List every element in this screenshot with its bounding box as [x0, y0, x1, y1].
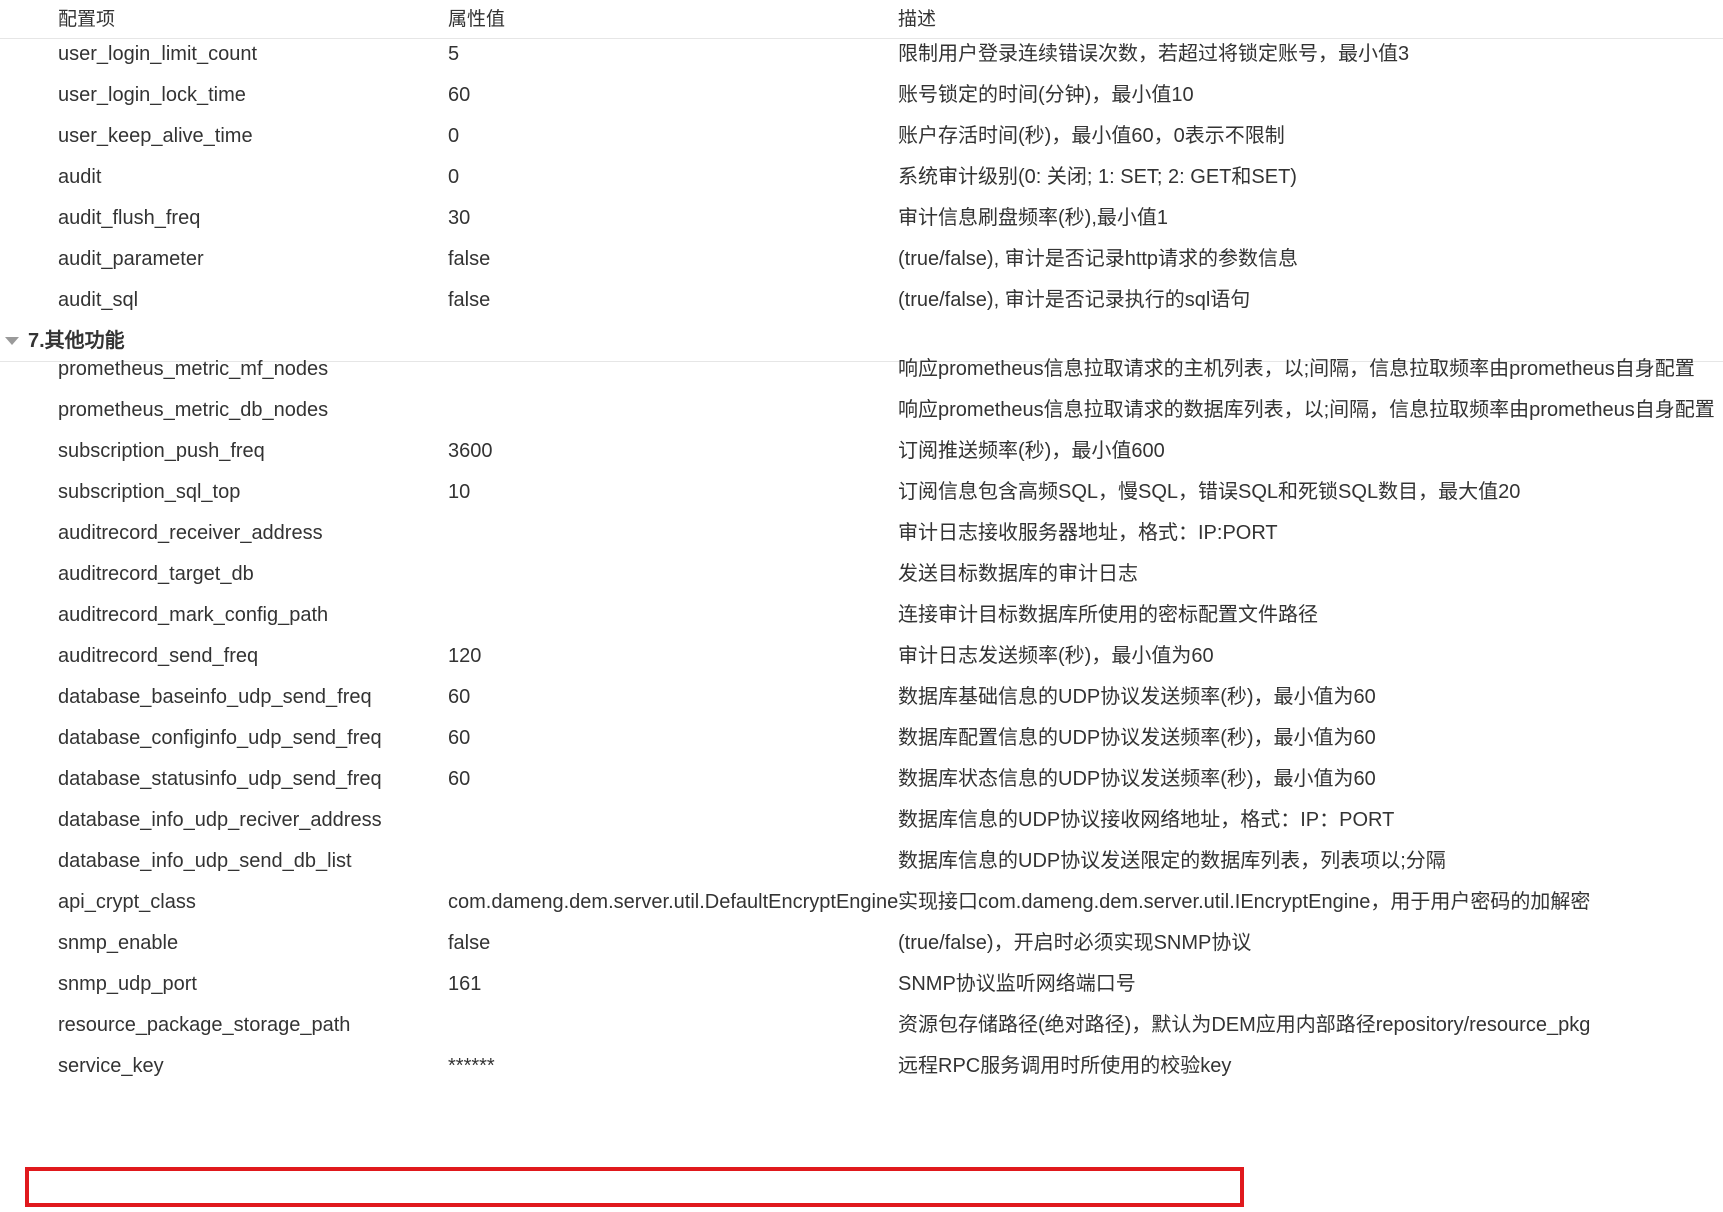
- config-name-cell: snmp_enable: [58, 932, 179, 954]
- config-name-cell: audit_flush_freq: [58, 207, 201, 229]
- config-desc-cell: SNMP协议监听网络端口号: [898, 973, 1136, 995]
- config-value-cell[interactable]: 60: [448, 75, 470, 116]
- config-value-cell[interactable]: 10: [448, 472, 470, 513]
- config-name-cell: audit: [58, 166, 102, 188]
- config-name-cell: subscription_sql_top: [58, 481, 241, 503]
- config-name-cell: database_statusinfo_udp_send_freq: [58, 768, 382, 790]
- table-row[interactable]: database_info_udp_reciver_address 数据库信息的U…: [0, 800, 1723, 841]
- config-value-cell[interactable]: ******: [448, 1046, 495, 1087]
- config-desc-cell: (true/false), 审计是否记录http请求的参数信息: [898, 248, 1299, 270]
- config-name-cell: user_login_lock_time: [58, 84, 246, 106]
- config-name-cell: audit_parameter: [58, 248, 204, 270]
- table-row[interactable]: audit_sql false (true/false), 审计是否记录执行的sql…: [0, 280, 1723, 321]
- config-desc-cell: 数据库配置信息的UDP协议发送频率(秒)，最小值为60: [898, 727, 1376, 749]
- config-name-cell: user_login_limit_count: [58, 43, 258, 65]
- config-name-cell: audit_sql: [58, 289, 139, 311]
- config-desc-cell: 数据库信息的UDP协议接收网络地址，格式：IP：PORT: [898, 809, 1395, 831]
- config-value-cell[interactable]: 120: [448, 636, 481, 677]
- config-value-cell[interactable]: 5: [448, 34, 459, 75]
- config-value-cell[interactable]: 60: [448, 718, 470, 759]
- table-row[interactable]: user_login_lock_time 60 账号锁定的时间(分钟)，最小值10: [0, 75, 1723, 116]
- table-row[interactable]: user_keep_alive_time 0 账户存活时间(秒)，最小值60，0表示…: [0, 116, 1723, 157]
- config-desc-cell: 数据库状态信息的UDP协议发送频率(秒)，最小值为60: [898, 768, 1376, 790]
- table-row[interactable]: api_crypt_class com.dameng.dem.server.uti…: [0, 882, 1723, 923]
- table-row[interactable]: auditrecord_receiver_address 审计日志接收服务器地址，…: [0, 513, 1723, 554]
- config-value-cell[interactable]: false: [448, 239, 490, 280]
- config-value-cell[interactable]: 30: [448, 198, 470, 239]
- table-row[interactable]: service_key ****** 远程RPC服务调用时所使用的校验key: [0, 1046, 1723, 1087]
- config-value-cell[interactable]: com.dameng.dem.server.util.DefaultEncryp…: [448, 882, 898, 923]
- table-row[interactable]: database_info_udp_send_db_list 数据库信息的UDP协…: [0, 841, 1723, 882]
- config-name-cell: api_crypt_class: [58, 891, 196, 913]
- config-desc-cell: 资源包存储路径(绝对路径)，默认为DEM应用内部路径repository/res…: [898, 1014, 1591, 1036]
- config-desc-cell: 订阅推送频率(秒)，最小值600: [898, 440, 1165, 462]
- table-row[interactable]: database_statusinfo_udp_send_freq 60 数据库状态…: [0, 759, 1723, 800]
- config-desc-cell: (true/false)，开启时必须实现SNMP协议: [898, 932, 1252, 954]
- config-desc-cell: 数据库信息的UDP协议发送限定的数据库列表，列表项以;分隔: [898, 850, 1446, 872]
- config-value-cell[interactable]: false: [448, 280, 490, 321]
- config-name-cell: user_keep_alive_time: [58, 125, 253, 147]
- config-desc-cell: 系统审计级别(0: 关闭; 1: SET; 2: GET和SET): [898, 166, 1297, 188]
- caret-down-icon[interactable]: [5, 337, 19, 345]
- config-name-cell: auditrecord_send_freq: [58, 645, 259, 667]
- table-row[interactable]: database_baseinfo_udp_send_freq 60 数据库基础信息…: [0, 677, 1723, 718]
- table-row[interactable]: audit 0 系统审计级别(0: 关闭; 1: SET; 2: GET和SET): [0, 157, 1723, 198]
- table-row[interactable]: auditrecord_mark_config_path 连接审计目标数据库所使用…: [0, 595, 1723, 636]
- column-header-desc[interactable]: 描述: [898, 8, 936, 32]
- config-desc-cell: 数据库基础信息的UDP协议发送频率(秒)，最小值为60: [898, 686, 1376, 708]
- config-name-cell: database_baseinfo_udp_send_freq: [58, 686, 372, 708]
- config-value-cell[interactable]: 60: [448, 759, 470, 800]
- config-value-cell[interactable]: 161: [448, 964, 481, 1005]
- config-name-cell: database_configinfo_udp_send_freq: [58, 727, 382, 749]
- config-name-cell: auditrecord_receiver_address: [58, 522, 323, 544]
- column-header-value[interactable]: 属性值: [448, 8, 505, 32]
- config-desc-cell: 账户存活时间(秒)，最小值60，0表示不限制: [898, 125, 1285, 147]
- config-value-cell[interactable]: 3600: [448, 431, 493, 472]
- config-name-cell: auditrecord_target_db: [58, 563, 254, 585]
- column-header-name[interactable]: 配置项: [58, 8, 115, 32]
- config-desc-cell: 订阅信息包含高频SQL，慢SQL，错误SQL和死锁SQL数目，最大值20: [898, 481, 1521, 503]
- config-desc-cell: 审计信息刷盘频率(秒),最小值1: [898, 207, 1168, 229]
- config-value-cell[interactable]: 0: [448, 116, 459, 157]
- table-row[interactable]: audit_parameter false (true/false), 审计是否记录…: [0, 239, 1723, 280]
- table-row[interactable]: database_configinfo_udp_send_freq 60 数据库配置…: [0, 718, 1723, 759]
- table-row[interactable]: snmp_enable false (true/false)，开启时必须实现SNMP…: [0, 923, 1723, 964]
- config-desc-cell: (true/false), 审计是否记录执行的sql语句: [898, 289, 1251, 311]
- config-name-cell: database_info_udp_send_db_list: [58, 850, 352, 872]
- config-value-cell[interactable]: false: [448, 923, 490, 964]
- config-name-cell: prometheus_metric_db_nodes: [58, 399, 329, 421]
- config-desc-cell: 连接审计目标数据库所使用的密标配置文件路径: [898, 604, 1318, 626]
- config-name-cell: prometheus_metric_mf_nodes: [58, 358, 329, 380]
- table-row[interactable]: subscription_sql_top 10 订阅信息包含高频SQL，慢SQL，错…: [0, 472, 1723, 513]
- config-name-cell: resource_package_storage_path: [58, 1014, 351, 1036]
- config-name-cell: database_info_udp_reciver_address: [58, 809, 382, 831]
- config-name-cell: subscription_push_freq: [58, 440, 265, 462]
- highlight-box: [25, 1167, 1244, 1207]
- table-row[interactable]: auditrecord_send_freq 120 审计日志发送频率(秒)，最小值为…: [0, 636, 1723, 677]
- table-row[interactable]: subscription_push_freq 3600 订阅推送频率(秒)，最小值6…: [0, 431, 1723, 472]
- table-row[interactable]: resource_package_storage_path 资源包存储路径(绝对路…: [0, 1005, 1723, 1046]
- config-desc-cell: 远程RPC服务调用时所使用的校验key: [898, 1055, 1232, 1077]
- config-value-cell[interactable]: 60: [448, 677, 470, 718]
- config-desc-cell: 响应prometheus信息拉取请求的主机列表，以;间隔，信息拉取频率由prom…: [898, 358, 1695, 380]
- config-desc-cell: 实现接口com.dameng.dem.server.util.IEncryptE…: [898, 891, 1591, 913]
- table-row[interactable]: prometheus_metric_mf_nodes 响应prometheus信息…: [0, 349, 1723, 390]
- config-desc-cell: 发送目标数据库的审计日志: [898, 563, 1138, 585]
- table-row[interactable]: auditrecord_target_db 发送目标数据库的审计日志: [0, 554, 1723, 595]
- config-name-cell: snmp_udp_port: [58, 973, 197, 995]
- table-row[interactable]: audit_flush_freq 30 审计信息刷盘频率(秒),最小值1: [0, 198, 1723, 239]
- config-desc-cell: 审计日志接收服务器地址，格式：IP:PORT: [898, 522, 1278, 544]
- config-desc-cell: 审计日志发送频率(秒)，最小值为60: [898, 645, 1214, 667]
- table-row[interactable]: prometheus_metric_db_nodes 响应prometheus信息…: [0, 390, 1723, 431]
- config-value-cell[interactable]: 0: [448, 157, 459, 198]
- config-desc-cell: 限制用户登录连续错误次数，若超过将锁定账号，最小值3: [898, 43, 1410, 65]
- config-desc-cell: 响应prometheus信息拉取请求的数据库列表，以;间隔，信息拉取频率由pro…: [898, 399, 1715, 421]
- table-row[interactable]: user_login_limit_count 5 限制用户登录连续错误次数，若超过将…: [0, 34, 1723, 75]
- table-row[interactable]: snmp_udp_port 161 SNMP协议监听网络端口号: [0, 964, 1723, 1005]
- config-name-cell: auditrecord_mark_config_path: [58, 604, 329, 626]
- config-desc-cell: 账号锁定的时间(分钟)，最小值10: [898, 84, 1194, 106]
- config-name-cell: service_key: [58, 1055, 164, 1077]
